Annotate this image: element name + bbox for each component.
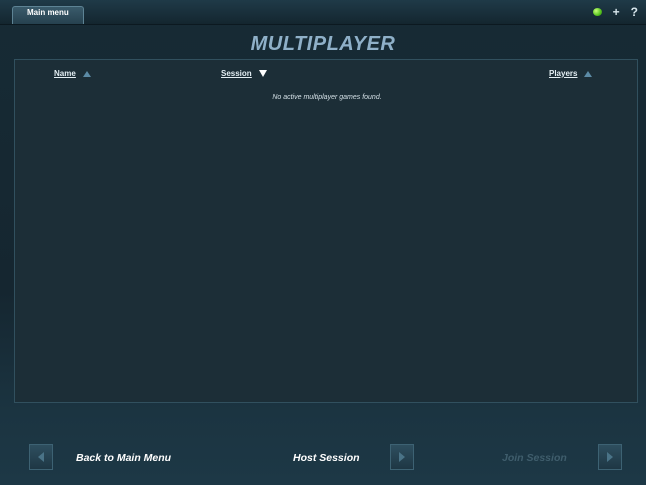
- session-list: Name Session Players No active multiplay…: [14, 59, 638, 403]
- host-session-button[interactable]: [390, 444, 414, 470]
- sort-descending-icon: [258, 70, 267, 77]
- column-header-players-label: Players: [549, 69, 578, 78]
- main-menu-tab[interactable]: Main menu: [12, 6, 84, 24]
- chat-icon[interactable]: [592, 8, 602, 16]
- empty-list-message: No active multiplayer games found.: [272, 94, 382, 101]
- column-header-players[interactable]: Players: [549, 69, 593, 78]
- bottom-bar: Back to Main Menu Host Session Join Sess…: [0, 404, 646, 485]
- arrow-right-icon: [399, 452, 405, 462]
- join-session-label: Join Session: [502, 452, 567, 464]
- column-header-session-label: Session: [221, 69, 252, 78]
- arrow-left-icon: [38, 452, 44, 462]
- arrow-right-icon: [607, 452, 613, 462]
- plus-icon[interactable]: +: [613, 5, 620, 19]
- column-header-name[interactable]: Name: [54, 69, 91, 78]
- help-icon[interactable]: ?: [631, 5, 638, 19]
- page-title: MULTIPLAYER: [250, 33, 396, 55]
- sort-ascending-icon: [82, 70, 91, 77]
- host-session-label[interactable]: Host Session: [293, 452, 360, 464]
- back-to-main-menu-label[interactable]: Back to Main Menu: [76, 452, 171, 464]
- back-button[interactable]: [29, 444, 53, 470]
- top-icons: + ?: [592, 5, 638, 19]
- multiplayer-screen: Main menu + ? MULTIPLAYER Name Session P…: [0, 0, 646, 485]
- column-header-session[interactable]: Session: [221, 69, 267, 78]
- column-header-name-label: Name: [54, 69, 76, 78]
- top-bar: Main menu + ?: [0, 0, 646, 25]
- sort-ascending-icon: [584, 70, 593, 77]
- join-session-button: [598, 444, 622, 470]
